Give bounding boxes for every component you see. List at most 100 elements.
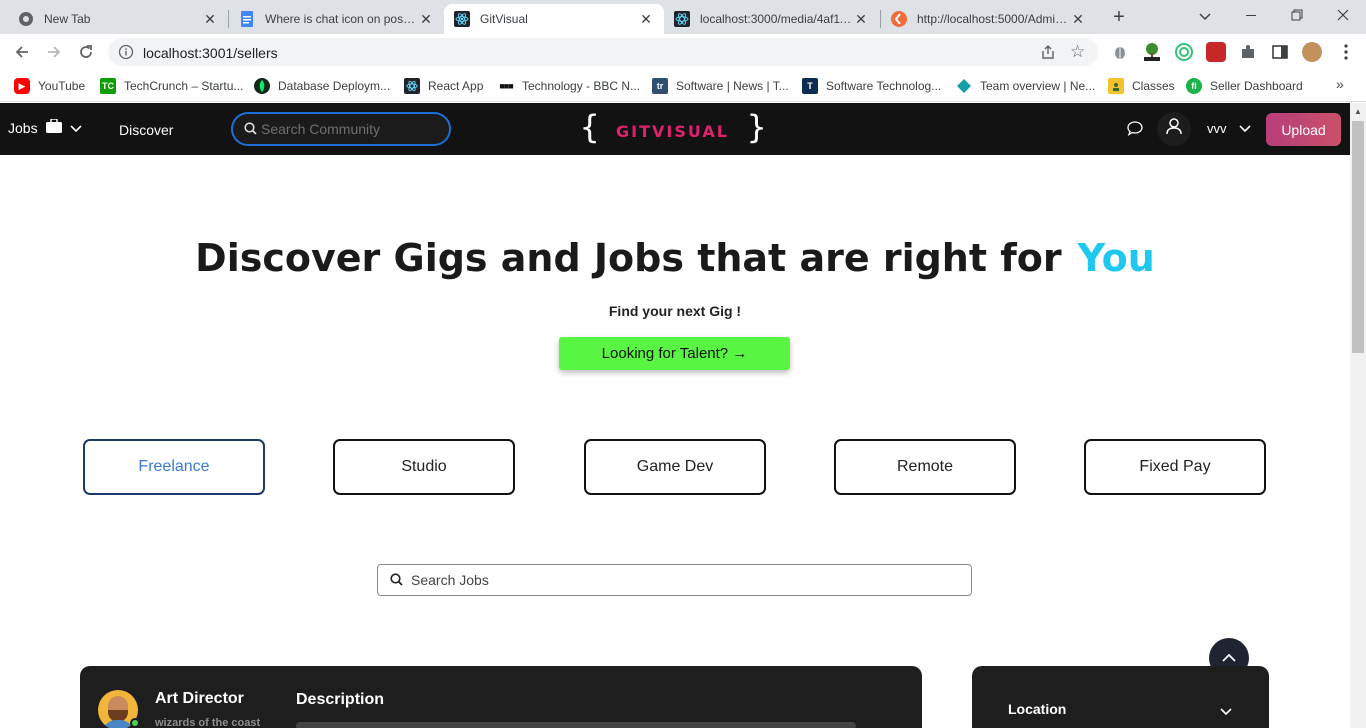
community-search-input[interactable] bbox=[261, 120, 441, 138]
bookmark-label: React App bbox=[428, 79, 484, 93]
category-freelance[interactable]: Freelance bbox=[83, 439, 265, 495]
community-search[interactable] bbox=[231, 112, 451, 146]
bbc-icon: ■■■ bbox=[499, 81, 513, 91]
chevron-down-icon bbox=[70, 120, 82, 136]
site-info-icon[interactable] bbox=[118, 44, 134, 60]
tab-title: New Tab bbox=[44, 12, 91, 26]
profile-avatar[interactable] bbox=[1302, 42, 1322, 62]
bookmarks-overflow-button[interactable]: » bbox=[1336, 76, 1344, 92]
bookmark-team-overview[interactable]: Team overview | Ne... bbox=[956, 76, 1095, 96]
close-tab-icon[interactable]: ✕ bbox=[418, 11, 434, 27]
category-remote[interactable]: Remote bbox=[834, 439, 1016, 495]
page-scrollbar[interactable]: ▲ bbox=[1350, 103, 1366, 728]
bookmark-label: YouTube bbox=[38, 79, 86, 93]
browser-tab-admin[interactable]: http://localhost:5000/Admin/Ind ✕ bbox=[881, 4, 1096, 34]
diamond-icon bbox=[956, 78, 972, 94]
browser-tab-new-tab[interactable]: New Tab ✕ bbox=[8, 4, 228, 34]
chevron-down-icon bbox=[1238, 121, 1251, 136]
search-icon bbox=[244, 122, 257, 140]
bookmark-database[interactable]: Database Deploym... bbox=[254, 76, 390, 96]
chrome-icon bbox=[18, 11, 34, 27]
bookmark-classes[interactable]: Classes bbox=[1108, 76, 1175, 96]
puzzle-extensions-icon[interactable] bbox=[1238, 42, 1258, 62]
fiverr-icon: fi bbox=[1186, 78, 1202, 94]
description-text-cutoff bbox=[296, 722, 856, 728]
chevron-up-icon bbox=[1222, 649, 1236, 667]
close-window-icon[interactable] bbox=[1332, 5, 1354, 27]
bookmark-star-icon[interactable]: ☆ bbox=[1070, 42, 1085, 62]
browser-toolbar: localhost:3001/sellers ☆ bbox=[0, 34, 1366, 70]
job-search-input[interactable] bbox=[411, 571, 951, 589]
red-extension-icon[interactable] bbox=[1206, 42, 1226, 62]
hero-title-text: Discover Gigs and Jobs that are right fo… bbox=[195, 236, 1062, 280]
hero-title: Discover Gigs and Jobs that are right fo… bbox=[0, 236, 1350, 280]
category-game-dev[interactable]: Game Dev bbox=[584, 439, 766, 495]
bookmark-label: TechCrunch – Startu... bbox=[124, 79, 244, 93]
tab-search-icon[interactable] bbox=[1194, 5, 1216, 27]
bookmark-youtube[interactable]: ▶ YouTube bbox=[14, 76, 85, 96]
url-text: localhost:3001/sellers bbox=[143, 45, 278, 61]
html-tree-extension-icon[interactable] bbox=[1142, 42, 1162, 62]
browser-tab-gitvisual[interactable]: GitVisual ✕ bbox=[444, 4, 664, 34]
close-tab-icon[interactable]: ✕ bbox=[1070, 11, 1086, 27]
user-name-label: vvv bbox=[1207, 121, 1227, 136]
looking-for-talent-button[interactable]: Looking for Talent? → bbox=[559, 337, 790, 370]
category-studio[interactable]: Studio bbox=[333, 439, 515, 495]
bookmark-label: Team overview | Ne... bbox=[980, 79, 1096, 93]
scroll-up-arrow-icon[interactable]: ▲ bbox=[1354, 107, 1362, 116]
tab-title: http://localhost:5000/Admin/Ind bbox=[917, 12, 1070, 26]
new-tab-button[interactable]: + bbox=[1108, 6, 1130, 28]
scrollbar-thumb[interactable] bbox=[1352, 121, 1364, 353]
reload-icon[interactable] bbox=[74, 40, 98, 64]
close-tab-icon[interactable]: ✕ bbox=[202, 11, 218, 27]
user-menu[interactable]: vvv bbox=[1207, 121, 1251, 136]
bug-extension-icon[interactable] bbox=[1110, 42, 1130, 62]
browser-tab-media[interactable]: localhost:3000/media/4af11c38 ✕ bbox=[664, 4, 879, 34]
location-filter-label[interactable]: Location bbox=[1008, 701, 1066, 717]
chevron-down-icon[interactable] bbox=[1220, 703, 1232, 721]
filter-panel: Location bbox=[972, 666, 1269, 728]
job-title[interactable]: Art Director bbox=[155, 690, 244, 708]
discover-link[interactable]: Discover bbox=[119, 122, 173, 138]
side-panel-icon[interactable] bbox=[1270, 42, 1290, 62]
restore-icon[interactable] bbox=[1286, 5, 1308, 27]
address-bar[interactable]: localhost:3001/sellers ☆ bbox=[108, 38, 1098, 66]
target-extension-icon[interactable] bbox=[1174, 42, 1194, 62]
close-tab-icon[interactable]: ✕ bbox=[853, 11, 869, 27]
t-icon: T bbox=[802, 78, 818, 94]
bookmark-software-news[interactable]: tr Software | News | T... bbox=[652, 76, 789, 96]
bookmark-react-app[interactable]: React App bbox=[404, 76, 483, 96]
google-docs-icon bbox=[239, 11, 255, 27]
forward-arrow-icon[interactable] bbox=[42, 40, 66, 64]
job-card[interactable]: Art Director wizards of the coast Descri… bbox=[80, 666, 922, 728]
chat-icon[interactable] bbox=[1127, 121, 1143, 141]
browser-tab-docs[interactable]: Where is chat icon on posts - Go ✕ bbox=[229, 4, 444, 34]
react-icon bbox=[404, 78, 420, 94]
bookmark-label: Classes bbox=[1132, 79, 1175, 93]
bookmark-label: Software Technolog... bbox=[826, 79, 942, 93]
gitvisual-logo[interactable]: { GITVISUAL } bbox=[580, 108, 766, 148]
share-icon[interactable] bbox=[1040, 44, 1056, 65]
user-profile-button[interactable] bbox=[1157, 112, 1191, 146]
tab-title: localhost:3000/media/4af11c38 bbox=[700, 12, 853, 26]
upload-button[interactable]: Upload bbox=[1266, 113, 1341, 146]
bookmark-label: Technology - BBC N... bbox=[522, 79, 641, 93]
tab-title: Where is chat icon on posts - Go bbox=[265, 12, 418, 26]
category-fixed-pay[interactable]: Fixed Pay bbox=[1084, 439, 1266, 495]
user-icon bbox=[1166, 118, 1182, 140]
search-icon bbox=[390, 573, 403, 591]
close-tab-icon[interactable]: ✕ bbox=[638, 11, 654, 27]
briefcase-icon bbox=[45, 118, 62, 136]
bookmark-bbc[interactable]: ■■■ Technology - BBC N... bbox=[498, 76, 640, 96]
back-arrow-icon[interactable] bbox=[10, 40, 34, 64]
job-search[interactable] bbox=[377, 564, 972, 596]
minimize-icon[interactable] bbox=[1240, 5, 1262, 27]
bookmark-software-tech[interactable]: T Software Technolog... bbox=[802, 76, 941, 96]
hero-subtitle: Find your next Gig ! bbox=[608, 303, 742, 319]
bookmark-techcrunch[interactable]: TC TechCrunch – Startu... bbox=[100, 76, 243, 96]
jobs-dropdown[interactable]: Jobs bbox=[8, 118, 82, 136]
bookmark-seller-dashboard[interactable]: fi Seller Dashboard bbox=[1186, 76, 1303, 96]
logo-text: GITVISUAL bbox=[616, 122, 729, 141]
mongodb-leaf-icon bbox=[254, 78, 270, 94]
browser-menu-icon[interactable] bbox=[1336, 42, 1356, 62]
